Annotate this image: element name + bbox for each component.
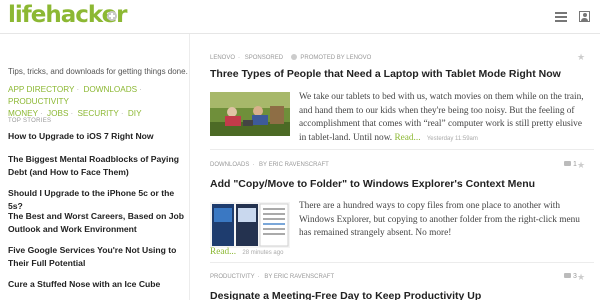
site-tagline: Tips, tricks, and downloads for getting … (8, 67, 188, 76)
read-more-link[interactable]: Read... (394, 133, 420, 143)
post-author[interactable]: BY ERIC RAVENSCRAFT (264, 274, 334, 280)
comment-count[interactable]: 1 (564, 161, 577, 168)
comment-icon (564, 161, 571, 166)
category-diy[interactable]: DIY (128, 109, 142, 118)
post-category[interactable]: LENOVO (210, 55, 235, 61)
post-thumbnail[interactable] (210, 92, 290, 136)
divider (210, 262, 594, 263)
post-category[interactable]: PRODUCTIVITY (210, 274, 255, 280)
plus-icon[interactable] (107, 11, 117, 21)
category-productivity[interactable]: PRODUCTIVITY (8, 97, 69, 106)
star-icon[interactable]: ★ (577, 160, 585, 171)
excerpt-text: There are a hundred ways to copy files f… (299, 201, 580, 238)
sponsored-label: SPONSORED (244, 55, 284, 61)
comment-count[interactable]: 3 (564, 273, 577, 280)
post-title[interactable]: Add "Copy/Move to Folder" to Windows Exp… (210, 178, 535, 190)
post-thumbnail[interactable] (210, 202, 290, 248)
read-more-link[interactable]: Read... (210, 247, 236, 257)
top-stories-label: TOP STORIES (8, 118, 52, 124)
promoted-label: Promoted by LENOVO (300, 55, 372, 61)
comment-icon (564, 273, 571, 278)
category-nav: APP DIRECTORY · DOWNLOADS · PRODUCTIVITY M… (8, 85, 142, 118)
category-jobs[interactable]: JOBS (47, 109, 68, 118)
sponsor-icon (290, 54, 297, 60)
site-header: lifehacker (0, 0, 600, 34)
top-story-link[interactable]: The Biggest Mental Roadblocks of Paying … (8, 153, 186, 179)
post-category[interactable]: DOWNLOADS (210, 162, 249, 168)
post-timestamp: Yesterday 11:59am (426, 135, 478, 142)
post-timestamp: 28 minutes ago (242, 250, 284, 256)
post-author[interactable]: BY ERIC RAVENSCRAFT (259, 162, 329, 168)
post-excerpt: We take our tablets to bed with us, watc… (299, 91, 591, 146)
divider (210, 149, 594, 150)
post-title[interactable]: Designate a Meeting-Free Day to Keep Pro… (210, 290, 481, 300)
category-security[interactable]: SECURITY (77, 109, 118, 118)
category-app-directory[interactable]: APP DIRECTORY (8, 85, 74, 94)
category-downloads[interactable]: DOWNLOADS (83, 85, 137, 94)
excerpt-text: We take our tablets to bed with us, watc… (299, 92, 584, 143)
top-story-link[interactable]: Cure a Stuffed Nose with an Ice Cube (8, 278, 186, 291)
top-story-link[interactable]: The Best and Worst Careers, Based on Job… (8, 210, 186, 236)
top-story-link[interactable]: Five Google Services You're Not Using to… (8, 244, 186, 270)
post-meta: DOWNLOADS · BY ERIC RAVENSCRAFT (210, 162, 329, 168)
top-story-link[interactable]: How to Upgrade to iOS 7 Right Now (8, 130, 186, 143)
hamburger-icon[interactable] (555, 12, 567, 22)
post-meta: LENOVO · SPONSORED Promoted by LENOVO (210, 54, 372, 61)
star-icon[interactable]: ★ (577, 272, 585, 283)
post-title[interactable]: Three Types of People that Need a Laptop… (210, 68, 561, 80)
category-money[interactable]: MONEY (8, 109, 38, 118)
post-meta: PRODUCTIVITY · BY ERIC RAVENSCRAFT (210, 274, 335, 280)
post-footer: Read... 28 minutes ago (210, 247, 283, 257)
post-feed: LENOVO · SPONSORED Promoted by LENOVO ★ T… (200, 34, 600, 300)
star-icon[interactable]: ★ (577, 52, 585, 63)
user-icon[interactable] (579, 11, 590, 22)
post-excerpt: There are a hundred ways to copy files f… (299, 200, 591, 241)
